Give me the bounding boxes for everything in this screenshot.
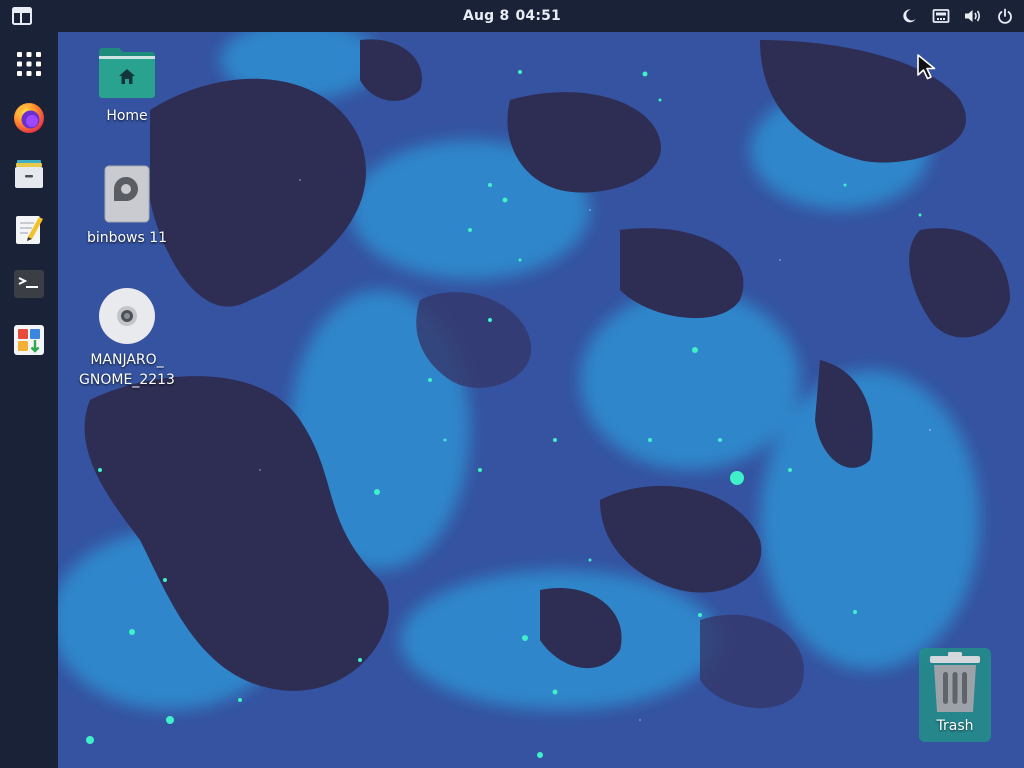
desktop-icon-trash[interactable]: Trash bbox=[919, 648, 991, 742]
drive-icon bbox=[104, 165, 150, 223]
firefox-icon bbox=[14, 103, 44, 133]
clock-date: Aug 8 bbox=[462, 8, 510, 24]
network-icon[interactable] bbox=[930, 5, 952, 27]
desktop-icon-home[interactable]: Home bbox=[72, 40, 182, 126]
dock-item-text-editor[interactable] bbox=[9, 209, 49, 249]
system-tray[interactable] bbox=[898, 0, 1016, 32]
clock-time: 04:51 bbox=[515, 8, 562, 24]
dock-item-firefox[interactable] bbox=[9, 98, 49, 138]
desktop-icon-drive[interactable]: binbows 11 bbox=[72, 162, 182, 248]
file-manager-icon bbox=[15, 160, 43, 188]
software-center-icon bbox=[14, 325, 44, 355]
dock-item-files[interactable] bbox=[9, 154, 49, 194]
dock bbox=[0, 32, 58, 768]
desktop-icon-label: Trash bbox=[936, 718, 974, 734]
power-icon[interactable] bbox=[994, 5, 1016, 27]
text-editor-icon bbox=[16, 216, 43, 244]
dock-item-software[interactable] bbox=[9, 320, 49, 360]
mouse-pointer-icon bbox=[917, 54, 936, 80]
desktop-icon-label: MANJARO_ GNOME_2213 bbox=[79, 352, 175, 388]
clock[interactable]: Aug 8 04:51 bbox=[0, 0, 1024, 32]
desktop-icon-label: binbows 11 bbox=[86, 230, 168, 246]
trash-icon bbox=[930, 652, 980, 712]
desktop-icon-disc[interactable]: MANJARO_ GNOME_2213 bbox=[72, 284, 182, 390]
desktop-icon-label: Home bbox=[106, 108, 148, 124]
terminal-icon bbox=[14, 270, 44, 298]
dock-item-terminal[interactable] bbox=[9, 264, 49, 304]
top-bar: Aug 8 04:51 bbox=[0, 0, 1024, 32]
optical-disc-icon bbox=[99, 288, 155, 344]
home-folder-icon bbox=[99, 48, 155, 98]
app-grid-button[interactable] bbox=[9, 44, 49, 84]
volume-icon[interactable] bbox=[962, 5, 984, 27]
app-grid-icon bbox=[17, 52, 41, 76]
night-light-icon[interactable] bbox=[898, 5, 920, 27]
